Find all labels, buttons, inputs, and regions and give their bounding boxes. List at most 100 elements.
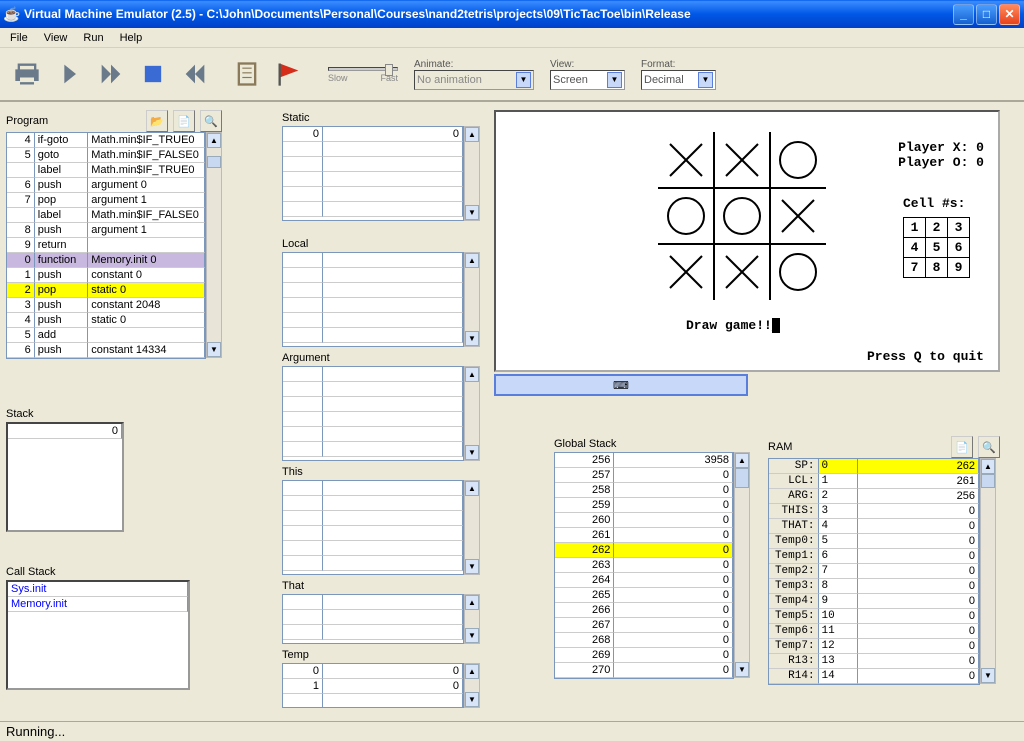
argument-panel: Argument ▲▼ bbox=[282, 350, 482, 461]
statusbar: Running... bbox=[0, 721, 1024, 741]
close-button[interactable]: ✕ bbox=[999, 4, 1020, 25]
temp-row: 10 bbox=[283, 679, 463, 694]
menubar: File View Run Help bbox=[0, 28, 1024, 48]
rewind-icon[interactable] bbox=[176, 55, 214, 93]
stack-row: 0 bbox=[8, 424, 122, 439]
menu-view[interactable]: View bbox=[38, 30, 74, 46]
ram-binoculars-icon[interactable]: 🔍 bbox=[978, 436, 1000, 458]
program-row[interactable]: 6pushconstant 14334 bbox=[7, 343, 205, 358]
program-row[interactable]: 5add bbox=[7, 328, 205, 343]
minimize-button[interactable]: _ bbox=[953, 4, 974, 25]
program-row[interactable]: 8pushargument 1 bbox=[7, 223, 205, 238]
keyboard-input[interactable]: ⌨ bbox=[494, 374, 748, 396]
globalstack-row: 2630 bbox=[555, 558, 733, 573]
globalstack-row: 2640 bbox=[555, 573, 733, 588]
program-row[interactable]: 1pushconstant 0 bbox=[7, 268, 205, 283]
temp-scrollbar[interactable]: ▲▼ bbox=[464, 663, 480, 708]
press-q-text: Press Q to quit bbox=[867, 349, 984, 364]
callstack-row: Memory.init bbox=[8, 597, 188, 612]
program-row[interactable]: 9return bbox=[7, 238, 205, 253]
stop-icon[interactable] bbox=[134, 55, 172, 93]
ram-row: Temp4:90 bbox=[769, 594, 979, 609]
globalstack-row: 2700 bbox=[555, 663, 733, 678]
ram-row: R14:140 bbox=[769, 669, 979, 684]
ram-row: Temp2:70 bbox=[769, 564, 979, 579]
program-row[interactable]: 3pushconstant 2048 bbox=[7, 298, 205, 313]
static-title: Static bbox=[282, 110, 482, 126]
this-title: This bbox=[282, 464, 482, 480]
print-icon[interactable] bbox=[8, 55, 46, 93]
temp-title: Temp bbox=[282, 647, 482, 663]
menu-help[interactable]: Help bbox=[114, 30, 149, 46]
slow-label: Slow bbox=[328, 73, 348, 83]
java-icon: ☕ bbox=[4, 6, 20, 22]
script-icon[interactable] bbox=[228, 55, 266, 93]
program-title: Program bbox=[6, 113, 48, 129]
program-scrollbar[interactable]: ▲▼ bbox=[206, 132, 222, 358]
globalstack-scrollbar[interactable]: ▲▼ bbox=[734, 452, 750, 678]
that-title: That bbox=[282, 578, 482, 594]
format-combo[interactable]: Decimal▼ bbox=[641, 70, 716, 90]
program-row[interactable]: 2popstatic 0 bbox=[7, 283, 205, 298]
new-file-icon[interactable]: 📄 bbox=[173, 110, 195, 132]
ram-row: Temp0:50 bbox=[769, 534, 979, 549]
ram-title: RAM bbox=[768, 439, 792, 455]
that-panel: That ▲▼ bbox=[282, 578, 482, 644]
program-row[interactable]: 4if-gotoMath.min$IF_TRUE0 bbox=[7, 133, 205, 148]
cell-numbers-grid: 123456789 bbox=[903, 217, 970, 278]
program-row[interactable]: 0functionMemory.init 0 bbox=[7, 253, 205, 268]
status-text: Running... bbox=[6, 724, 65, 739]
step-icon[interactable] bbox=[50, 55, 88, 93]
maximize-button[interactable]: □ bbox=[976, 4, 997, 25]
flag-icon[interactable] bbox=[270, 55, 308, 93]
window-title: Virtual Machine Emulator (2.5) - C:\John… bbox=[24, 7, 953, 21]
local-panel: Local ▲▼ bbox=[282, 236, 482, 347]
program-row[interactable]: 6pushargument 0 bbox=[7, 178, 205, 193]
player-x-score: Player X: 0 bbox=[898, 140, 984, 155]
local-title: Local bbox=[282, 236, 482, 252]
menu-file[interactable]: File bbox=[4, 30, 34, 46]
open-folder-icon[interactable]: 📂 bbox=[146, 110, 168, 132]
format-label: Format: bbox=[641, 59, 716, 70]
globalstack-title: Global Stack bbox=[554, 436, 754, 452]
ram-row: ARG:2256 bbox=[769, 489, 979, 504]
view-combo[interactable]: Screen▼ bbox=[550, 70, 625, 90]
animate-combo[interactable]: No animation▼ bbox=[414, 70, 534, 90]
program-row[interactable]: labelMath.min$IF_TRUE0 bbox=[7, 163, 205, 178]
argument-scrollbar[interactable]: ▲▼ bbox=[464, 366, 480, 461]
callstack-row: Sys.init bbox=[8, 582, 188, 597]
ram-row: Temp3:80 bbox=[769, 579, 979, 594]
keyboard-icon: ⌨ bbox=[613, 379, 629, 392]
program-row[interactable]: 7popargument 1 bbox=[7, 193, 205, 208]
ram-file-icon[interactable]: 📄 bbox=[951, 436, 973, 458]
ram-row: LCL:1261 bbox=[769, 474, 979, 489]
temp-row: 00 bbox=[283, 664, 463, 679]
globalstack-row: 2600 bbox=[555, 513, 733, 528]
ram-row: THIS:30 bbox=[769, 504, 979, 519]
that-scrollbar[interactable]: ▲▼ bbox=[464, 594, 480, 644]
menu-run[interactable]: Run bbox=[77, 30, 109, 46]
program-row[interactable]: 5gotoMath.min$IF_FALSE0 bbox=[7, 148, 205, 163]
speed-slider[interactable] bbox=[328, 67, 398, 71]
ram-scrollbar[interactable]: ▲▼ bbox=[980, 458, 996, 684]
program-row[interactable]: labelMath.min$IF_FALSE0 bbox=[7, 208, 205, 223]
static-row: 00 bbox=[283, 127, 463, 142]
ram-row: SP:0262 bbox=[769, 459, 979, 474]
fast-forward-icon[interactable] bbox=[92, 55, 130, 93]
this-panel: This ▲▼ bbox=[282, 464, 482, 575]
program-panel: Program 📂 📄 🔍 4if-gotoMath.min$IF_TRUE05… bbox=[6, 110, 222, 359]
argument-title: Argument bbox=[282, 350, 482, 366]
globalstack-row: 2610 bbox=[555, 528, 733, 543]
binoculars-icon[interactable]: 🔍 bbox=[200, 110, 222, 132]
globalstack-row: 2650 bbox=[555, 588, 733, 603]
view-label: View: bbox=[550, 59, 625, 70]
ram-row: THAT:40 bbox=[769, 519, 979, 534]
titlebar: ☕ Virtual Machine Emulator (2.5) - C:\Jo… bbox=[0, 0, 1024, 28]
local-scrollbar[interactable]: ▲▼ bbox=[464, 252, 480, 347]
static-scrollbar[interactable]: ▲▼ bbox=[464, 126, 480, 221]
globalstack-row: 2620 bbox=[555, 543, 733, 558]
static-panel: Static 00 ▲▼ bbox=[282, 110, 482, 221]
program-row[interactable]: 4pushstatic 0 bbox=[7, 313, 205, 328]
this-scrollbar[interactable]: ▲▼ bbox=[464, 480, 480, 575]
globalstack-row: 2670 bbox=[555, 618, 733, 633]
